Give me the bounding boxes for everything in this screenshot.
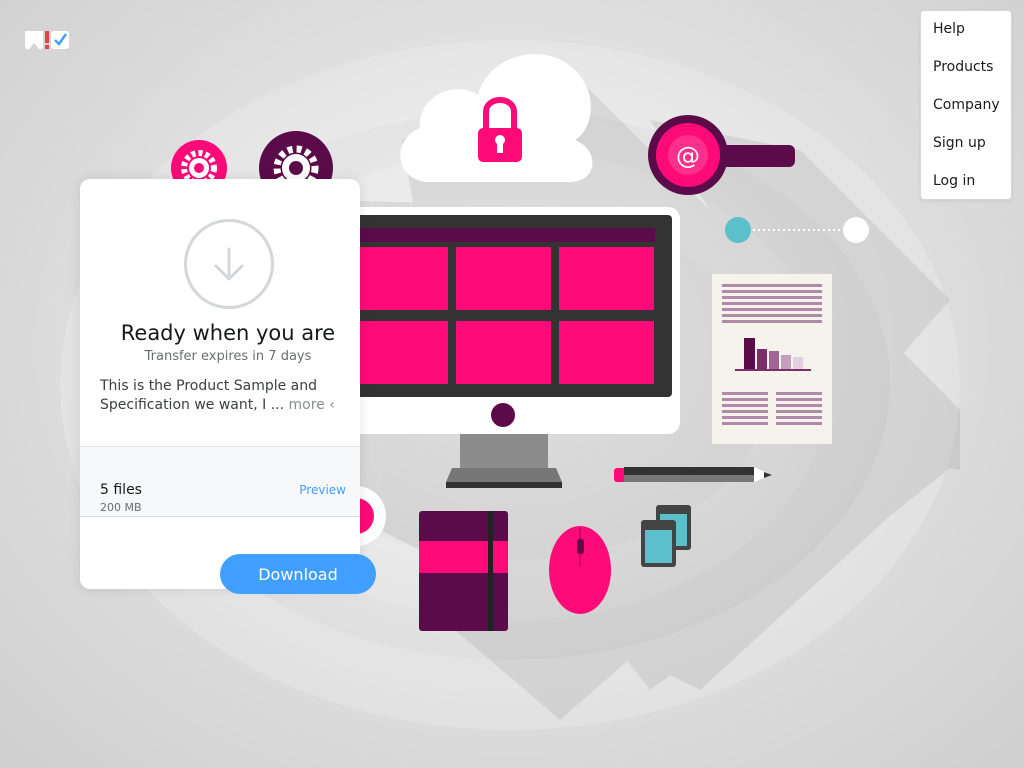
- preview-link[interactable]: Preview: [299, 483, 346, 497]
- cloud-lock-illustration: [400, 54, 593, 182]
- transfer-message: This is the Product Sample and Specifica…: [100, 377, 340, 415]
- menu-item-help[interactable]: Help: [933, 21, 965, 37]
- pen-illustration: [614, 467, 772, 482]
- document-chart-illustration: [712, 274, 832, 444]
- transfer-card: Ready when you are Transfer expires in 7…: [80, 179, 360, 589]
- svg-text:@: @: [676, 142, 700, 170]
- download-arrow-icon: [214, 247, 244, 281]
- files-summary: 5 files 200 MB Preview: [80, 446, 360, 517]
- more-link[interactable]: more ‹: [289, 397, 335, 413]
- transfer-message-text: This is the Product Sample and Specifica…: [100, 378, 318, 413]
- chevron-left-icon: ‹: [329, 397, 335, 413]
- more-label: more: [288, 397, 325, 413]
- transfer-expiry: Transfer expires in 7 days: [144, 349, 312, 364]
- download-status-circle: [184, 219, 274, 309]
- menu-item-log-in[interactable]: Log in: [933, 173, 975, 189]
- main-menu: Help Products Company Sign up Log in: [920, 10, 1012, 200]
- notebook-illustration: [419, 511, 508, 631]
- menu-item-company[interactable]: Company: [933, 97, 1000, 113]
- download-button[interactable]: Download: [220, 554, 376, 594]
- wetransfer-logo-icon: [25, 31, 69, 50]
- menu-item-products[interactable]: Products: [933, 59, 993, 75]
- file-size: 200 MB: [100, 501, 142, 514]
- transfer-title: Ready when you are: [120, 321, 336, 345]
- file-count: 5 files: [100, 482, 142, 498]
- menu-item-sign-up[interactable]: Sign up: [933, 135, 986, 151]
- mouse-illustration: [549, 526, 611, 614]
